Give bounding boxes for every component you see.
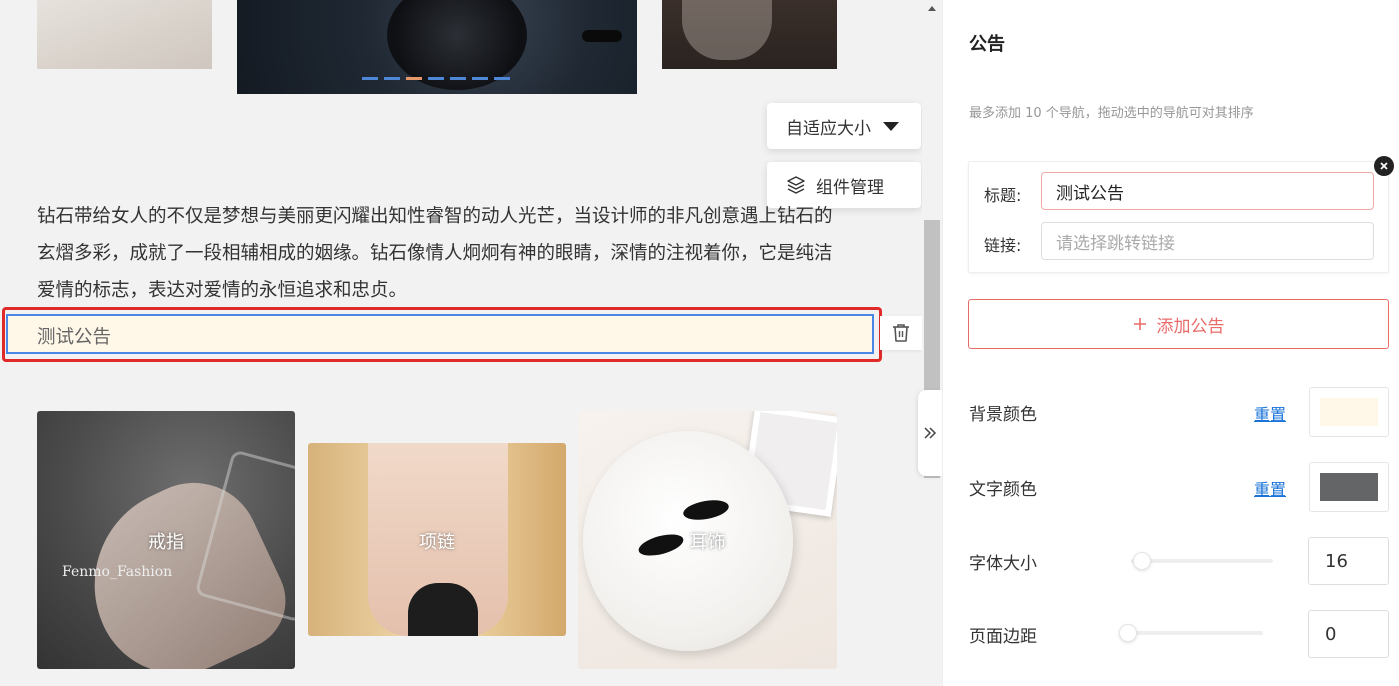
text-color-swatch (1320, 473, 1378, 501)
page-margin-label: 页面边距 (969, 627, 1037, 647)
bg-color-reset-link[interactable]: 重置 (1254, 401, 1286, 425)
bg-color-picker[interactable] (1309, 387, 1389, 437)
link-input[interactable]: 请选择跳转链接 (1041, 222, 1374, 260)
banner-image-right (662, 0, 837, 69)
category-card-necklace[interactable]: 项链 (308, 443, 566, 636)
text-color-reset-link[interactable]: 重置 (1254, 476, 1286, 500)
close-icon (1380, 162, 1388, 170)
font-size-input[interactable]: 16 (1308, 537, 1389, 585)
rich-text-block[interactable]: 钻石带给女人的不仅是梦想与美丽更闪耀出知性睿智的动人光芒，当设计师的非凡创意遇上… (37, 198, 842, 309)
bg-color-label: 背景颜色 (969, 405, 1037, 425)
category-label: 项链 (419, 532, 455, 553)
panel-hint: 最多添加 10 个导航，拖动选中的导航可对其排序 (969, 106, 1254, 121)
delete-component-button[interactable] (880, 316, 922, 350)
carousel-dot[interactable] (450, 77, 466, 80)
settings-panel: 公告 最多添加 10 个导航，拖动选中的导航可对其排序 标题: 测试公告 链接:… (942, 0, 1399, 686)
page-margin-slider[interactable] (1119, 624, 1263, 642)
carousel-dot[interactable] (428, 77, 444, 80)
selection-outline (2, 307, 882, 362)
page-margin-slider-knob[interactable] (1119, 624, 1137, 642)
add-notice-button[interactable]: 添加公告 (968, 299, 1389, 349)
text-color-label: 文字颜色 (969, 480, 1037, 500)
title-label: 标题: (984, 186, 1022, 205)
canvas-scrollbar[interactable] (922, 0, 942, 686)
font-size-slider-knob[interactable] (1133, 552, 1151, 570)
font-size-slider[interactable] (1131, 552, 1273, 570)
plus-icon (1133, 318, 1146, 330)
title-input[interactable]: 测试公告 (1041, 172, 1374, 210)
collapse-panel-button[interactable] (918, 390, 942, 476)
panel-title: 公告 (969, 34, 1005, 55)
component-manager-label: 组件管理 (816, 177, 884, 198)
size-dropdown-label: 自适应大小 (786, 118, 871, 139)
caret-down-icon (883, 121, 899, 131)
text-color-picker[interactable] (1309, 462, 1389, 512)
category-card-earrings[interactable]: 耳饰 (578, 411, 837, 669)
trash-icon (893, 324, 909, 342)
category-label: 戒指 (148, 532, 184, 553)
font-size-label: 字体大小 (969, 554, 1037, 574)
size-dropdown[interactable]: 自适应大小 (767, 103, 921, 149)
preview-canvas: 自适应大小 组件管理 钻石带给女人的不仅是梦想与美丽更闪耀出知性睿智的动人光芒，… (0, 0, 922, 686)
carousel-indicators (362, 77, 510, 80)
carousel-dot-active[interactable] (406, 77, 422, 80)
layers-icon (787, 176, 805, 194)
category-card-ring[interactable]: Fenmo_Fashion 戒指 (37, 411, 295, 669)
bg-color-swatch (1320, 398, 1378, 426)
brand-watermark: Fenmo_Fashion (62, 564, 173, 580)
carousel-dot[interactable] (362, 77, 378, 80)
carousel-dot[interactable] (494, 77, 510, 80)
remove-notice-button[interactable] (1374, 156, 1394, 176)
banner-image-left (37, 0, 212, 69)
add-notice-label: 添加公告 (1156, 316, 1225, 337)
carousel-dot[interactable] (384, 77, 400, 80)
double-chevron-right-icon (924, 427, 937, 439)
shirt-image (408, 583, 478, 636)
carousel-dot[interactable] (472, 77, 488, 80)
scroll-up-arrow-icon[interactable] (928, 6, 936, 11)
link-label: 链接: (984, 236, 1022, 255)
category-label: 耳饰 (689, 532, 726, 553)
page-margin-input[interactable]: 0 (1308, 610, 1389, 658)
